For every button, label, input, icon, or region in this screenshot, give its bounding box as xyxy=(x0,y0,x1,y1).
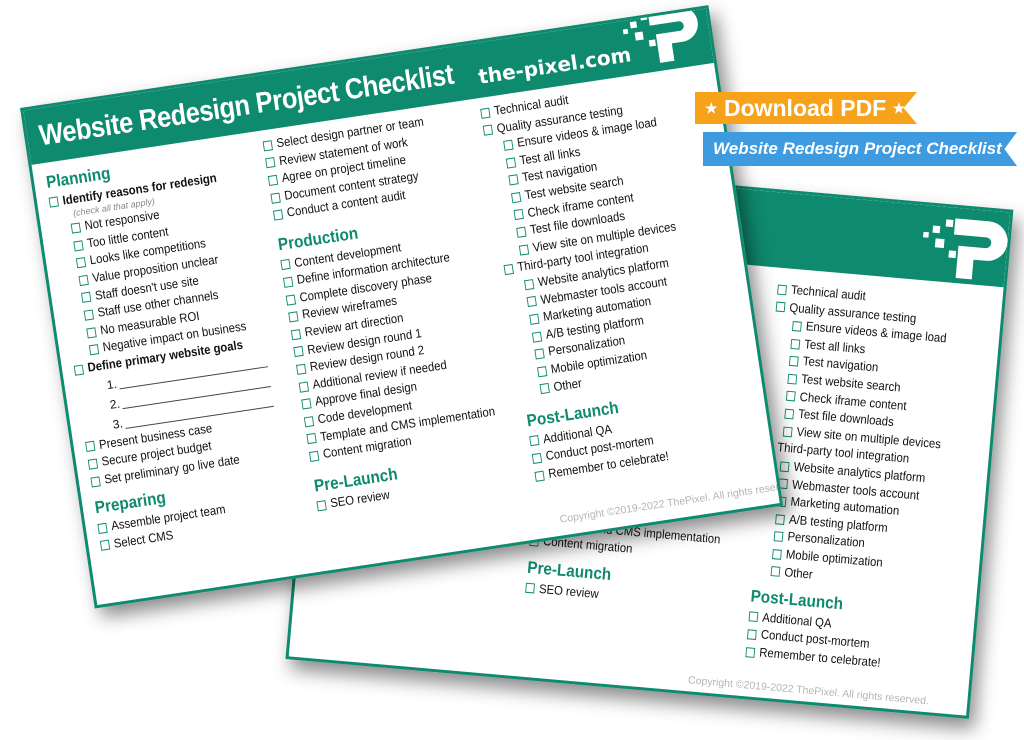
checkbox[interactable] xyxy=(746,629,757,641)
checkbox[interactable] xyxy=(775,513,785,525)
item-label: Other xyxy=(783,564,814,582)
checkbox[interactable] xyxy=(301,398,312,410)
checkbox[interactable] xyxy=(90,475,101,488)
checkbox[interactable] xyxy=(316,500,327,512)
checkbox[interactable] xyxy=(97,522,108,534)
checkbox[interactable] xyxy=(87,458,99,470)
checkbox[interactable] xyxy=(508,174,519,186)
pixel-logo-icon xyxy=(923,218,1008,280)
checkbox[interactable] xyxy=(770,566,781,578)
checkbox[interactable] xyxy=(99,539,111,552)
checkbox[interactable] xyxy=(531,452,543,465)
checkbox[interactable] xyxy=(773,531,784,543)
download-label: Download PDF xyxy=(723,95,887,121)
checkbox[interactable] xyxy=(86,326,97,339)
checkbox[interactable] xyxy=(283,276,294,288)
checkbox[interactable] xyxy=(513,209,524,221)
checkbox[interactable] xyxy=(88,344,100,356)
checkbox[interactable] xyxy=(534,470,545,482)
checkbox[interactable] xyxy=(288,311,299,323)
checkbox[interactable] xyxy=(83,309,95,321)
checkbox[interactable] xyxy=(787,373,798,385)
checkbox[interactable] xyxy=(529,435,540,447)
checkbox[interactable] xyxy=(293,346,304,358)
goal-number: 1. xyxy=(105,376,118,393)
goal-number: 2. xyxy=(108,396,121,412)
checkbox[interactable] xyxy=(81,292,92,304)
checkbox[interactable] xyxy=(775,301,786,313)
checkbox[interactable] xyxy=(510,191,522,204)
checkbox[interactable] xyxy=(791,320,802,332)
checkbox[interactable] xyxy=(265,157,276,169)
star-icon: ★ xyxy=(705,99,718,116)
checkbox[interactable] xyxy=(525,583,535,594)
checkbox[interactable] xyxy=(529,313,540,325)
checkbox[interactable] xyxy=(480,107,491,119)
checkbox[interactable] xyxy=(70,222,82,234)
checkbox[interactable] xyxy=(777,284,787,296)
pixel-logo-icon xyxy=(622,6,698,63)
checkbox[interactable] xyxy=(309,450,320,462)
checkbox[interactable] xyxy=(785,391,796,402)
checkbox[interactable] xyxy=(482,124,494,137)
checkbox[interactable] xyxy=(745,646,756,658)
checkbox[interactable] xyxy=(280,259,291,271)
checkbox[interactable] xyxy=(298,381,309,393)
checklist-page-front: Website Redesign Project Checklist the-p… xyxy=(20,5,784,609)
item-label: Other xyxy=(552,375,583,394)
site-name: the-pixel.com xyxy=(476,42,633,89)
checkbox[interactable] xyxy=(267,174,279,186)
column-planning: Planning Identify reasons for redesign (… xyxy=(45,145,296,555)
checkbox[interactable] xyxy=(262,139,273,152)
checkbox[interactable] xyxy=(285,294,296,306)
checkbox[interactable] xyxy=(516,226,527,238)
checkbox[interactable] xyxy=(503,139,514,151)
checkbox[interactable] xyxy=(790,338,801,350)
checkbox[interactable] xyxy=(779,461,790,472)
checkbox[interactable] xyxy=(788,356,799,367)
checkbox[interactable] xyxy=(85,441,96,453)
checkbox[interactable] xyxy=(78,274,89,286)
checkbox[interactable] xyxy=(303,415,315,428)
checkbox[interactable] xyxy=(503,264,514,276)
checkbox[interactable] xyxy=(748,611,759,623)
checkbox[interactable] xyxy=(518,244,530,256)
checkbox[interactable] xyxy=(531,331,543,343)
item-label: SEO review xyxy=(538,581,600,601)
checkbox[interactable] xyxy=(270,192,281,204)
checkbox[interactable] xyxy=(290,328,302,341)
checkbox[interactable] xyxy=(784,408,795,420)
checkbox[interactable] xyxy=(536,365,548,378)
checkbox[interactable] xyxy=(73,239,84,252)
checkbox[interactable] xyxy=(296,363,307,375)
checkbox[interactable] xyxy=(534,348,545,360)
column-production: Select design partner or team Review stat… xyxy=(262,106,527,515)
copyright-text: Copyright ©2019-2022 ThePixel. All right… xyxy=(687,674,930,708)
checkbox[interactable] xyxy=(306,433,317,445)
checkbox[interactable] xyxy=(523,278,535,291)
checkbox[interactable] xyxy=(526,296,537,308)
download-pdf-button[interactable]: ★ Download PDF ★ xyxy=(695,92,917,124)
checkbox[interactable] xyxy=(272,209,284,221)
checkbox[interactable] xyxy=(772,548,782,560)
checkbox[interactable] xyxy=(75,257,87,269)
checklist-subtitle-banner[interactable]: Website Redesign Project Checklist xyxy=(703,132,1017,166)
checkbox[interactable] xyxy=(48,196,60,209)
checkbox[interactable] xyxy=(782,426,793,437)
checkbox[interactable] xyxy=(73,364,85,376)
checkbox[interactable] xyxy=(505,156,517,169)
checkbox[interactable] xyxy=(539,383,550,395)
banner-subtitle: Website Redesign Project Checklist xyxy=(713,139,1002,158)
star-icon: ★ xyxy=(892,99,906,116)
goal-number: 3. xyxy=(111,416,124,432)
